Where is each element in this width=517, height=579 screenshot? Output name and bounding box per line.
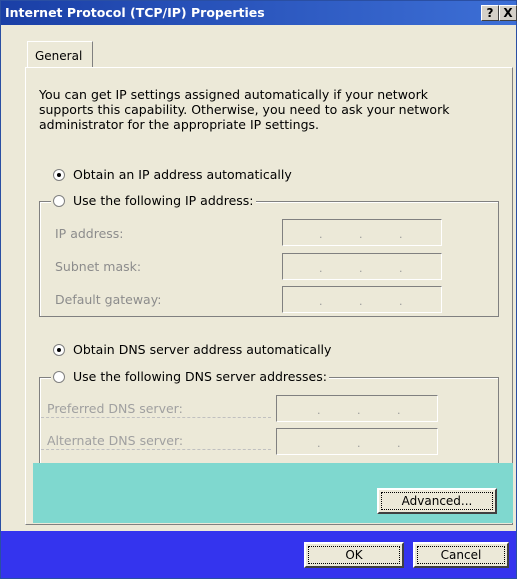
radio-indicator[interactable] [53, 168, 65, 181]
radio-use-ip-manual[interactable]: Use the following IP address: [51, 193, 256, 208]
ip-address-field[interactable]: . . . [282, 219, 442, 246]
close-button[interactable]: X [499, 5, 517, 21]
ip-dot: . [357, 404, 361, 417]
radio-indicator[interactable] [53, 194, 65, 207]
preferred-dns-field[interactable]: . . . [276, 395, 438, 422]
alternate-dns-field[interactable]: . . . [276, 428, 438, 455]
ip-dot: . [397, 437, 401, 450]
radio-use-ip-manual-label: Use the following IP address: [73, 193, 254, 208]
dashed-artifact-line [41, 417, 271, 418]
radio-use-dns-manual[interactable]: Use the following DNS server addresses: [51, 369, 329, 384]
ip-dot: . [359, 295, 363, 308]
ip-dot: . [319, 295, 323, 308]
ip-dot: . [399, 295, 403, 308]
radio-indicator[interactable] [53, 370, 65, 383]
ip-dot: . [359, 262, 363, 275]
window-title: Internet Protocol (TCP/IP) Properties [5, 5, 265, 20]
ip-dot: . [357, 437, 361, 450]
subnet-mask-label: Subnet mask: [55, 259, 142, 274]
tab-general-label: General [35, 49, 83, 63]
cancel-button[interactable]: Cancel [413, 542, 509, 568]
radio-obtain-ip-auto-label: Obtain an IP address automatically [73, 167, 292, 182]
default-gateway-field[interactable]: . . . [282, 286, 442, 313]
dashed-artifact-line [41, 449, 271, 450]
subnet-mask-field[interactable]: . . . [282, 253, 442, 280]
advanced-button[interactable]: Advanced... [377, 488, 497, 514]
help-button[interactable]: ? [481, 5, 499, 21]
ok-button[interactable]: OK [304, 542, 404, 568]
ip-dot: . [319, 262, 323, 275]
radio-obtain-ip-auto[interactable]: Obtain an IP address automatically [53, 167, 292, 182]
ip-dot: . [399, 228, 403, 241]
ip-dot: . [319, 228, 323, 241]
description-text: You can get IP settings assigned automat… [39, 87, 450, 132]
ip-address-label: IP address: [55, 226, 124, 241]
radio-obtain-dns-auto-label: Obtain DNS server address automatically [73, 342, 332, 357]
tab-general[interactable]: General [27, 41, 93, 68]
alternate-dns-label: Alternate DNS server: [47, 433, 184, 448]
radio-indicator[interactable] [53, 343, 65, 356]
title-bar[interactable]: Internet Protocol (TCP/IP) Properties ? … [1, 1, 517, 25]
ip-dot: . [399, 262, 403, 275]
radio-use-dns-manual-label: Use the following DNS server addresses: [73, 369, 327, 384]
ip-dot: . [317, 437, 321, 450]
tcpip-properties-dialog: Internet Protocol (TCP/IP) Properties ? … [0, 0, 517, 579]
ip-dot: . [397, 404, 401, 417]
ip-dot: . [317, 404, 321, 417]
preferred-dns-label: Preferred DNS server: [47, 401, 183, 416]
default-gateway-label: Default gateway: [55, 292, 162, 307]
ip-dot: . [359, 228, 363, 241]
radio-obtain-dns-auto[interactable]: Obtain DNS server address automatically [53, 342, 331, 357]
